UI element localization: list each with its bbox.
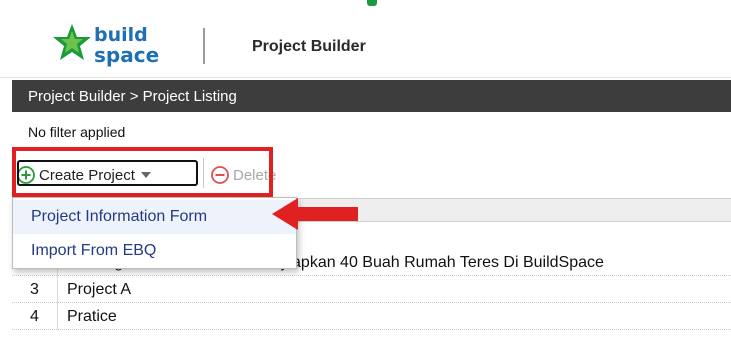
app-title: Project Builder <box>252 38 366 55</box>
header-divider <box>203 28 205 64</box>
buildspace-logo: build space <box>50 22 200 68</box>
create-project-focus-ring <box>17 160 198 186</box>
buildspace-star-logo-icon: build space <box>53 24 159 67</box>
breadcrumb-text[interactable]: Project Builder > Project Listing <box>28 88 237 105</box>
breadcrumb: Project Builder > Project Listing <box>12 80 731 112</box>
red-arrow-left-icon <box>272 198 358 230</box>
create-project-dropdown-menu: Project Information Form Import From EBQ <box>12 197 297 269</box>
menu-item-import-from-ebq[interactable]: Import From EBQ <box>13 234 296 268</box>
row-number: 3 <box>12 276 58 303</box>
row-number: 4 <box>12 303 58 330</box>
top-crop-strip <box>0 0 731 8</box>
project-name[interactable]: Pratice <box>67 303 731 330</box>
logo-word-space: space <box>94 43 159 67</box>
table-row[interactable]: 4 Pratice <box>12 303 731 330</box>
project-name[interactable]: Project A <box>67 276 731 303</box>
filter-status: No filter applied <box>28 124 126 140</box>
table-row[interactable]: 3 Project A <box>12 276 731 303</box>
cropped-title-fragment <box>367 0 377 6</box>
menu-item-project-information-form[interactable]: Project Information Form <box>13 200 296 234</box>
app-header: build space Project Builder <box>0 8 731 78</box>
